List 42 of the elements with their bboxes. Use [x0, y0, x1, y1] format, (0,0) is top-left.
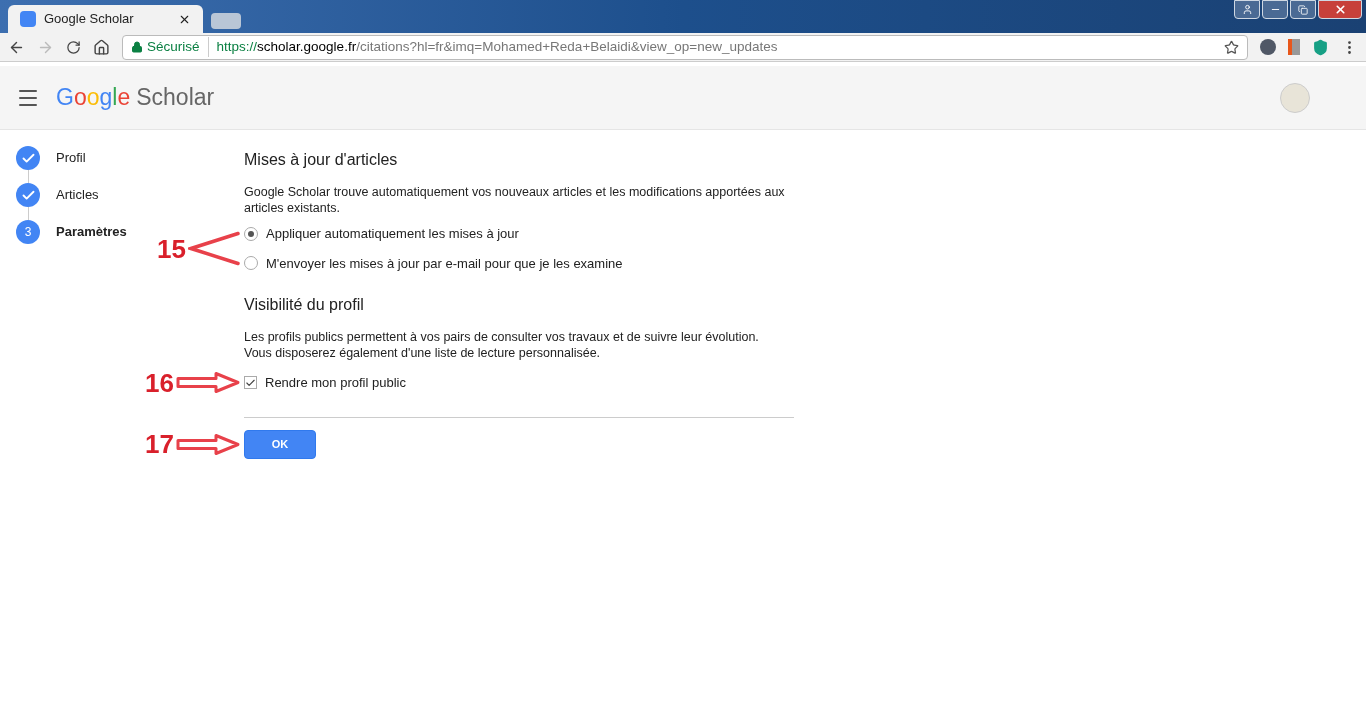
radio-button[interactable] — [244, 256, 258, 271]
lock-icon — [131, 41, 143, 53]
annotation-number: 17 — [145, 427, 174, 461]
star-icon[interactable] — [1224, 39, 1239, 55]
annotation-number: 16 — [145, 366, 174, 400]
section-description: Google Scholar trouve automatiquement vos nouveaux articles et les modifications apportées aux articles existants. — [244, 184, 786, 216]
section-title: Visibilité du profil — [244, 295, 365, 315]
scholar-icon — [20, 11, 36, 27]
radio-button[interactable] — [244, 226, 258, 241]
section-description: Les profils publics permettent à vos pairs de consulter vos travaux et de suivre leur évolution. Vous disposerez également d'une liste de lecture personnalisée. — [244, 329, 760, 361]
right-arrow-icon — [176, 433, 240, 455]
close-icon — [1333, 3, 1347, 16]
close-button[interactable] — [1318, 0, 1362, 19]
step-number: 3 — [16, 220, 40, 244]
step-check-icon — [16, 183, 40, 207]
right-arrow-icon — [176, 371, 240, 394]
browser-tab[interactable]: Google Scholar — [8, 5, 203, 33]
checkbox-label[interactable]: Rendre mon profil public — [265, 373, 406, 393]
google-scholar-logo[interactable]: Google Scholar — [56, 80, 215, 115]
home-icon[interactable] — [93, 38, 110, 56]
radio-label[interactable]: M'envoyer les mises à jour par e-mail pour que je les examine — [266, 253, 623, 273]
step-label[interactable]: Articles — [56, 185, 99, 205]
user-button[interactable] — [1234, 0, 1260, 19]
secure-label: Sécurisé — [147, 36, 209, 58]
restore-button[interactable] — [1290, 0, 1316, 19]
ok-button[interactable]: OK — [244, 429, 316, 459]
user-icon — [1241, 4, 1253, 15]
annotation-number: 15 — [157, 232, 186, 265]
minimize-button[interactable] — [1262, 0, 1288, 19]
section-title: Mises à jour d'articles — [244, 150, 399, 170]
tab-title: Google Scholar — [44, 10, 135, 29]
shield-icon[interactable] — [1312, 38, 1329, 56]
step-check-icon — [16, 146, 40, 170]
step-label[interactable]: Paramètres — [56, 222, 127, 242]
checkbox[interactable] — [244, 376, 257, 390]
restore-icon — [1298, 4, 1308, 15]
address-bar[interactable]: Sécurisé https://scholar.google.fr/citations?hl=fr&imq=Mohamed+Reda+Belaidi&view_op=new_updates — [122, 34, 1248, 60]
reload-icon[interactable] — [66, 39, 81, 55]
step-label[interactable]: Profil — [56, 148, 86, 168]
url-text: https://scholar.google.fr/citations?hl=fr&imq=Mohamed+Reda+Belaidi&view_op=new_updates — [215, 37, 779, 56]
extension-icon[interactable] — [1260, 39, 1276, 55]
radio-label[interactable]: Appliquer automatiquement les mises à jour — [266, 224, 519, 244]
